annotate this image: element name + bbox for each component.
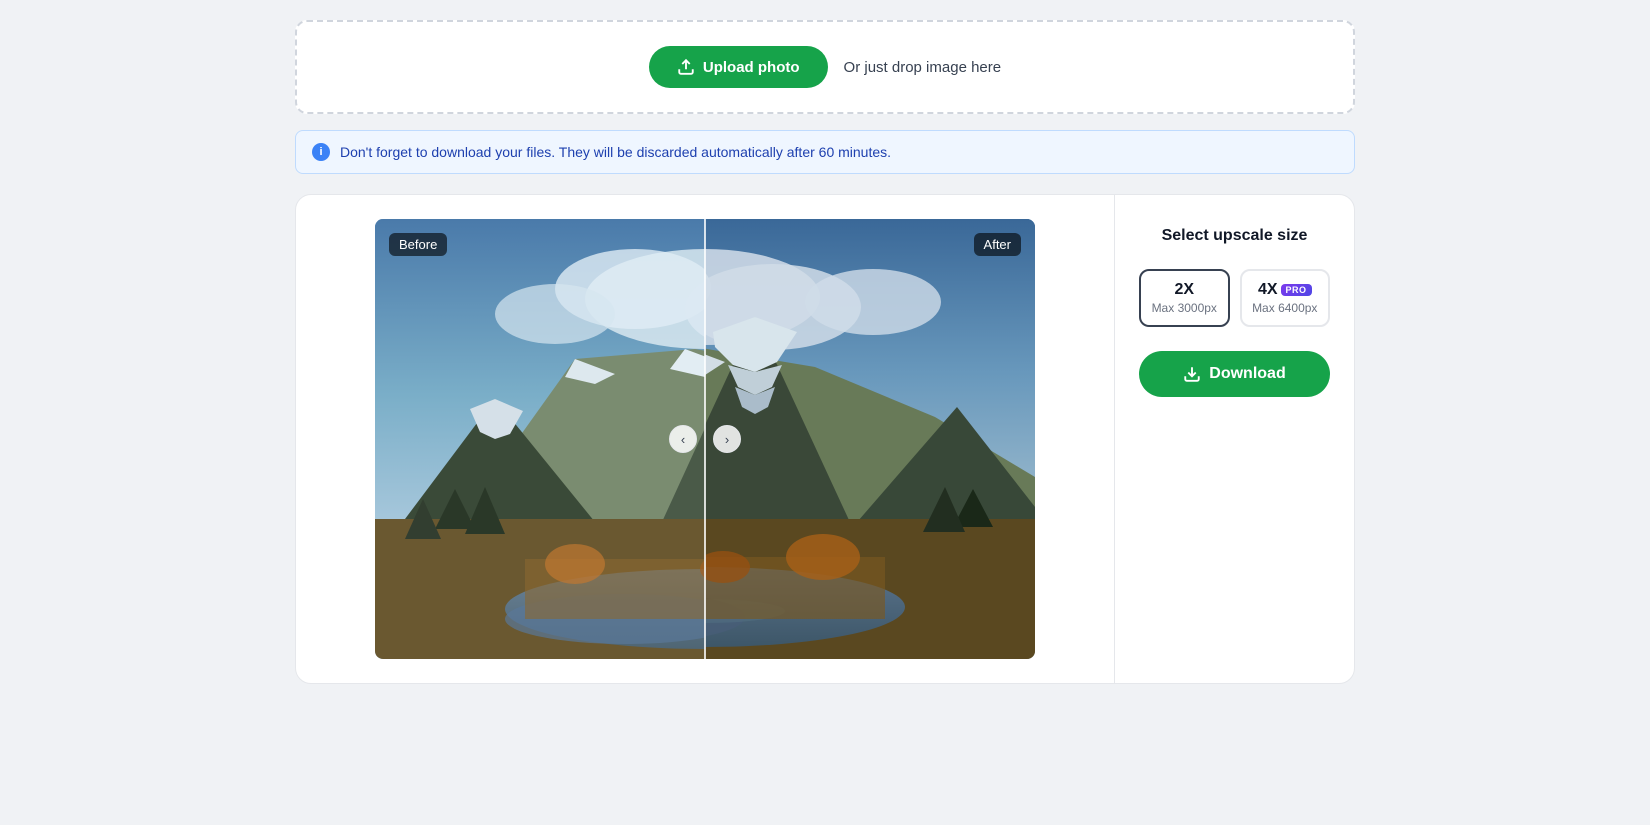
size-2x-label: 2X bbox=[1149, 281, 1220, 299]
arrow-left[interactable]: ‹ bbox=[669, 425, 697, 453]
size-4x-label: 4XPRO bbox=[1250, 281, 1321, 299]
sidebar: Select upscale size 2X Max 3000px 4XPRO … bbox=[1114, 195, 1354, 683]
comparison-container[interactable]: Before After ‹ › bbox=[375, 219, 1035, 659]
upload-area[interactable]: Upload photo Or just drop image here bbox=[295, 20, 1355, 114]
size-2x-button[interactable]: 2X Max 3000px bbox=[1139, 269, 1230, 327]
drop-label: Or just drop image here bbox=[844, 59, 1002, 76]
download-label: Download bbox=[1209, 365, 1285, 383]
info-banner: i Don't forget to download your files. T… bbox=[295, 130, 1355, 174]
arrow-right[interactable]: › bbox=[713, 425, 741, 453]
info-icon: i bbox=[312, 143, 330, 161]
info-message: Don't forget to download your files. The… bbox=[340, 144, 891, 160]
size-2x-max: Max 3000px bbox=[1149, 301, 1220, 315]
size-options: 2X Max 3000px 4XPRO Max 6400px bbox=[1139, 269, 1330, 327]
upload-button-label: Upload photo bbox=[703, 59, 800, 76]
download-button[interactable]: Download bbox=[1139, 351, 1330, 397]
image-area: Before After ‹ › bbox=[296, 195, 1114, 683]
before-label: Before bbox=[389, 233, 447, 256]
comparison-divider bbox=[704, 219, 706, 659]
upload-icon bbox=[677, 58, 695, 76]
size-4x-button[interactable]: 4XPRO Max 6400px bbox=[1240, 269, 1331, 327]
select-label: Select upscale size bbox=[1162, 227, 1308, 245]
after-label: After bbox=[974, 233, 1021, 256]
size-4x-max: Max 6400px bbox=[1250, 301, 1321, 315]
upload-button[interactable]: Upload photo bbox=[649, 46, 828, 88]
main-card: Before After ‹ › Select upscale size 2X … bbox=[295, 194, 1355, 684]
pro-badge: PRO bbox=[1281, 284, 1312, 296]
download-icon bbox=[1183, 365, 1201, 383]
